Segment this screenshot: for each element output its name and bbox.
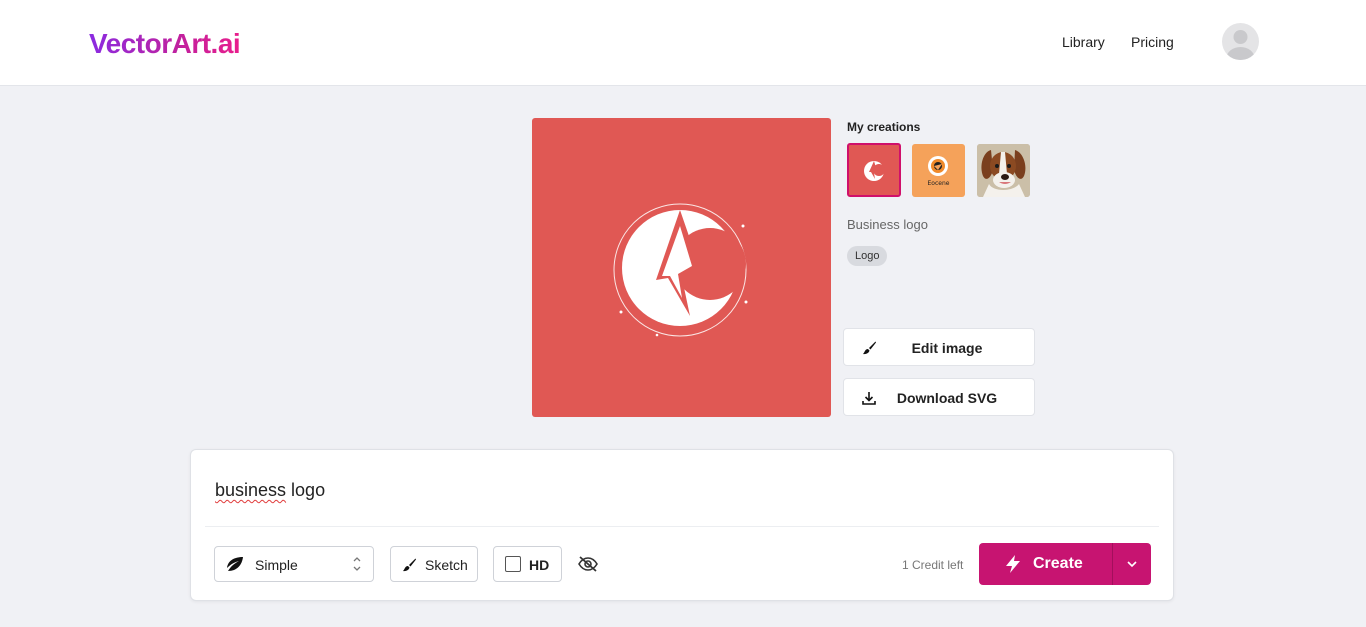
nav-pricing-link[interactable]: Pricing [1131, 33, 1174, 51]
create-label: Create [1033, 555, 1083, 572]
eye-off-icon [578, 556, 598, 572]
prompt-divider [205, 526, 1159, 527]
brand-logo[interactable]: VectorArt.ai [89, 27, 241, 61]
download-svg-button[interactable]: Download SVG [843, 378, 1035, 416]
brush-icon [403, 558, 416, 572]
business-logo-artwork [613, 203, 748, 337]
download-svg-label: Download SVG [896, 390, 998, 406]
orange-logo-thumbnail-icon [928, 156, 948, 176]
nav-library-link[interactable]: Library [1062, 33, 1105, 51]
orange-logo-thumbnail-text: Eocene [927, 180, 950, 187]
sketch-label: Sketch [425, 557, 468, 573]
leaf-icon [227, 557, 243, 571]
prompt-panel: business logo Simple Sketch HD 1 Credit … [190, 449, 1174, 601]
my-creations-title: My creations [847, 120, 921, 134]
chevron-updown-icon [353, 557, 361, 571]
generated-image-preview [532, 118, 831, 417]
logo-thumbnail-icon [864, 161, 885, 181]
user-avatar-icon[interactable] [1222, 23, 1259, 60]
edit-image-button[interactable]: Edit image [843, 328, 1035, 366]
prompt-misspelled-word: business [215, 480, 287, 500]
create-options-dropdown[interactable] [1113, 543, 1151, 585]
category-tag: Logo [847, 246, 888, 266]
creation-thumbnail-business-logo[interactable] [847, 143, 901, 197]
creation-thumbnail-dog-portrait[interactable] [977, 144, 1030, 197]
prompt-rest-text: logo [286, 480, 326, 500]
edit-image-label: Edit image [911, 340, 983, 356]
prompt-input[interactable]: business logo [215, 479, 325, 501]
credits-remaining: 1 Credit left [902, 558, 964, 572]
dog-portrait-thumbnail-icon [977, 144, 1030, 197]
selected-creation-label: Business logo [847, 217, 928, 232]
create-button[interactable]: Create [979, 543, 1112, 585]
hd-label: HD [529, 557, 550, 573]
lightning-icon [1006, 555, 1020, 573]
creation-thumbnail-orange-logo[interactable]: Eocene [912, 144, 965, 197]
top-header: VectorArt.ai Library Pricing [0, 0, 1366, 86]
style-select[interactable]: Simple [214, 546, 374, 582]
chevron-down-icon [1127, 561, 1137, 568]
sketch-button[interactable]: Sketch [390, 546, 478, 582]
style-select-value: Simple [255, 557, 298, 573]
visibility-toggle[interactable] [577, 554, 599, 574]
hd-checkbox[interactable]: HD [493, 546, 562, 582]
hd-checkbox-box[interactable] [505, 556, 521, 572]
